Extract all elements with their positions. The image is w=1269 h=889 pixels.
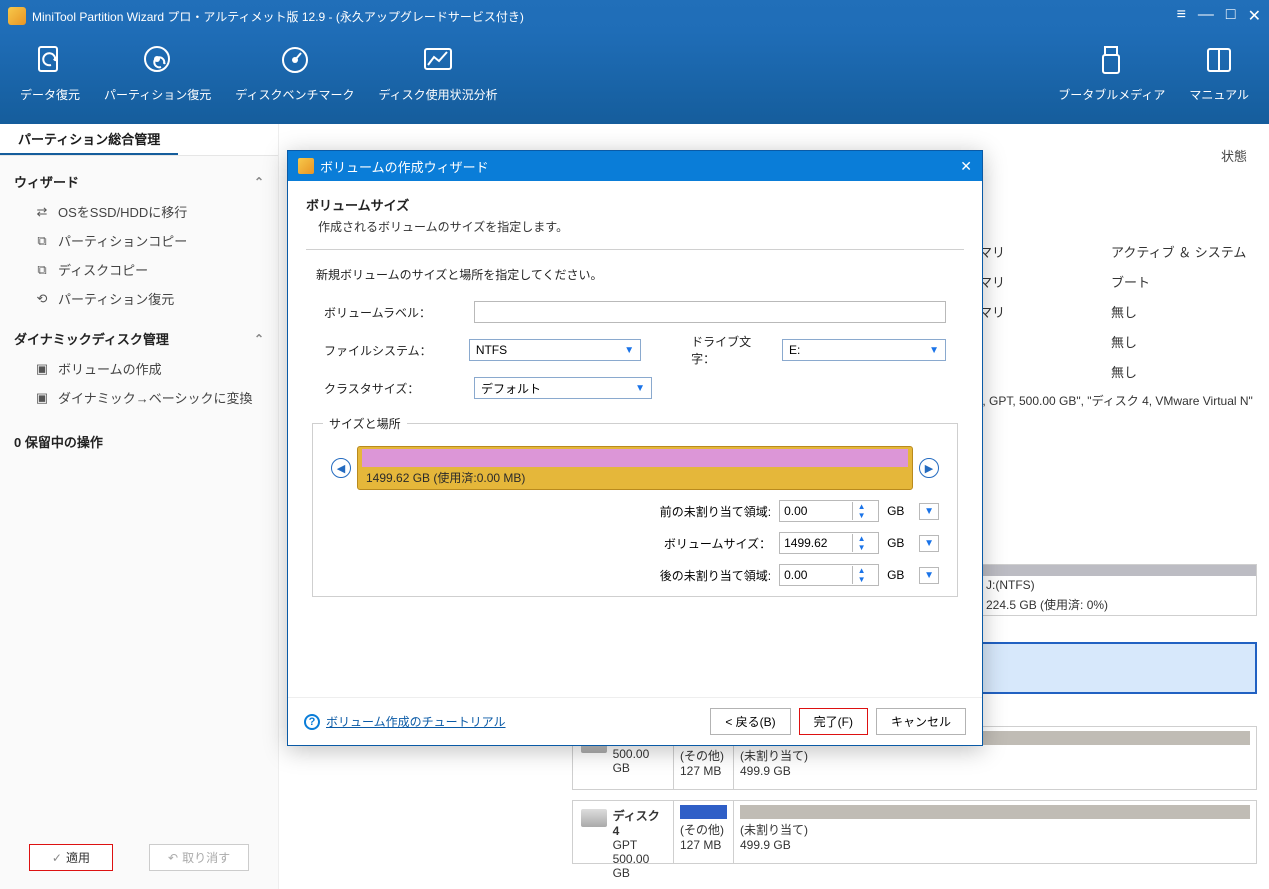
label-volume-label: ボリュームラベル： <box>324 304 474 321</box>
sidebar-disk-copy[interactable]: ⧉ディスクコピー <box>14 255 264 284</box>
dialog-heading: ボリュームサイズ <box>306 195 964 214</box>
minimize-icon[interactable]: — <box>1198 6 1214 26</box>
volume-icon: ▣ <box>34 361 50 377</box>
app-icon <box>8 7 26 25</box>
back-button[interactable]: < 戻る(B) <box>710 708 790 735</box>
dialog-subheading: 作成されるボリュームのサイズを指定します。 <box>318 218 964 235</box>
pending-ops: 0 保留中の操作 <box>0 422 278 461</box>
undo-button[interactable]: ↶取り消す <box>149 844 249 871</box>
before-unalloc-spinner[interactable]: ▲▼ <box>779 500 879 522</box>
sidebar-create-volume[interactable]: ▣ボリュームの作成 <box>14 354 264 383</box>
disk-icon: ⧉ <box>34 262 50 278</box>
chevron-up-icon: ⌃ <box>254 332 264 346</box>
undo-icon: ↶ <box>168 851 178 865</box>
cell-state-1: アクティブ ＆ システム <box>1111 242 1246 261</box>
after-unalloc-spinner[interactable]: ▲▼ <box>779 564 879 586</box>
label-drive-letter: ドライブ文字： <box>691 333 772 367</box>
cell-state-2: ブート <box>1111 272 1150 291</box>
create-volume-wizard-dialog: ボリュームの作成ウィザード ✕ ボリュームサイズ 作成されるボリュームのサイズを… <box>287 150 983 746</box>
shift-left-button[interactable]: ◀ <box>331 458 351 478</box>
filesystem-select[interactable]: NTFS▼ <box>469 339 641 361</box>
partition-unallocated[interactable]: (未割り当て)499.9 GB <box>733 801 1256 863</box>
label-before-unalloc: 前の未割り当て領域: <box>641 503 771 520</box>
ribbon-partition-recovery[interactable]: パーティション復元 <box>104 42 211 103</box>
disk-icon <box>581 809 607 827</box>
cancel-button[interactable]: キャンセル <box>876 708 966 735</box>
size-location-fieldset: サイズと場所 ◀ 1499.62 GB (使用済:0.00 MB) ▶ 前の未割… <box>312 423 958 597</box>
size-bar[interactable]: 1499.62 GB (使用済:0.00 MB) <box>357 446 913 490</box>
chevron-down-icon: ▼ <box>624 345 634 356</box>
convert-icon: ▣ <box>34 390 50 406</box>
selected-partition-box[interactable] <box>979 642 1257 694</box>
help-icon: ? <box>304 714 320 730</box>
sidebar-header-wizard[interactable]: ウィザード⌃ <box>14 166 264 197</box>
label-filesystem: ファイルシステム： <box>324 342 469 359</box>
col-state: 状態 <box>1221 146 1247 165</box>
finish-button[interactable]: 完了(F) <box>799 708 868 735</box>
dialog-close-icon[interactable]: ✕ <box>960 158 972 175</box>
cell-state-3: 無し <box>1111 302 1137 321</box>
book-icon <box>1201 42 1237 78</box>
chevron-up-icon: ⌃ <box>254 175 264 189</box>
ribbon-bootable-media[interactable]: ブータブルメディア <box>1058 42 1165 103</box>
ribbon: データ復元 パーティション復元 ディスクベンチマーク ディスク使用状況分析 ブー… <box>0 32 1269 124</box>
freespace-text: ., GPT, 500.00 GB", "ディスク 4, VMware Virt… <box>979 392 1253 409</box>
partition-other[interactable]: (その他)127 MB <box>673 801 733 863</box>
cell-state-5: 無し <box>1111 362 1137 381</box>
shift-right-button[interactable]: ▶ <box>919 458 939 478</box>
disk-restore-icon <box>140 42 176 78</box>
copy-icon: ⧉ <box>34 233 50 249</box>
unit-dropdown[interactable]: ▼ <box>919 535 939 552</box>
dialog-instruction: 新規ボリュームのサイズと場所を指定してください。 <box>316 266 964 283</box>
tab-partition-mgmt[interactable]: パーティション総合管理 <box>0 124 178 155</box>
menu-icon[interactable]: ≡ <box>1177 6 1186 26</box>
label-volume-size: ボリュームサイズ： <box>641 535 771 552</box>
partition-box-j[interactable]: J:(NTFS) 224.5 GB (使用済: 0%) <box>979 564 1257 616</box>
maximize-icon[interactable]: □ <box>1226 6 1236 26</box>
gauge-icon <box>277 42 313 78</box>
volume-size-spinner[interactable]: ▲▼ <box>779 532 879 554</box>
sidebar-dynamic-more[interactable]: ▣ダイナミック→ベーシックに変換 <box>14 383 264 412</box>
unit-dropdown[interactable]: ▼ <box>919 567 939 584</box>
sidebar-os-migrate[interactable]: ⇄OSをSSD/HDDに移行 <box>14 197 264 226</box>
label-cluster-size: クラスタサイズ： <box>324 380 474 397</box>
fieldset-legend: サイズと場所 <box>323 415 407 432</box>
titlebar: MiniTool Partition Wizard プロ・アルティメット版 12… <box>0 0 1269 32</box>
drive-letter-select[interactable]: E:▼ <box>782 339 946 361</box>
chevron-down-icon: ▼ <box>929 345 939 356</box>
unit-dropdown[interactable]: ▼ <box>919 503 939 520</box>
check-icon: ✓ <box>52 851 62 865</box>
cell-state-4: 無し <box>1111 332 1137 351</box>
dialog-titlebar[interactable]: ボリュームの作成ウィザード ✕ <box>288 151 982 181</box>
app-title: MiniTool Partition Wizard プロ・アルティメット版 12… <box>32 8 524 25</box>
apply-button[interactable]: ✓適用 <box>29 844 113 871</box>
usb-icon <box>1094 42 1130 78</box>
ribbon-manual[interactable]: マニュアル <box>1189 42 1249 103</box>
ribbon-data-recovery[interactable]: データ復元 <box>20 42 80 103</box>
chevron-down-icon: ▼ <box>635 383 645 394</box>
recover-icon: ⟲ <box>34 291 50 307</box>
sidebar-partition-recover[interactable]: ⟲パーティション復元 <box>14 284 264 313</box>
tutorial-link[interactable]: ?ボリューム作成のチュートリアル <box>304 713 506 730</box>
ribbon-disk-benchmark[interactable]: ディスクベンチマーク <box>235 42 354 103</box>
arrow-icon: ⇄ <box>34 204 50 220</box>
ribbon-disk-usage[interactable]: ディスク使用状況分析 <box>378 42 497 103</box>
document-restore-icon <box>32 42 68 78</box>
sidebar-partition-copy[interactable]: ⧉パーティションコピー <box>14 226 264 255</box>
sidebar: パーティション総合管理 ウィザード⌃ ⇄OSをSSD/HDDに移行 ⧉パーティシ… <box>0 124 279 889</box>
chart-icon <box>420 42 456 78</box>
wizard-icon <box>298 158 314 174</box>
volume-label-input[interactable] <box>474 301 946 323</box>
disk-row-4[interactable]: ディスク 4GPT500.00 GB (その他)127 MB (未割り当て)49… <box>572 800 1257 864</box>
close-icon[interactable]: ✕ <box>1248 6 1261 26</box>
sidebar-header-dynamic[interactable]: ダイナミックディスク管理⌃ <box>14 323 264 354</box>
label-after-unalloc: 後の未割り当て領域: <box>641 567 771 584</box>
cluster-size-select[interactable]: デフォルト▼ <box>474 377 652 399</box>
